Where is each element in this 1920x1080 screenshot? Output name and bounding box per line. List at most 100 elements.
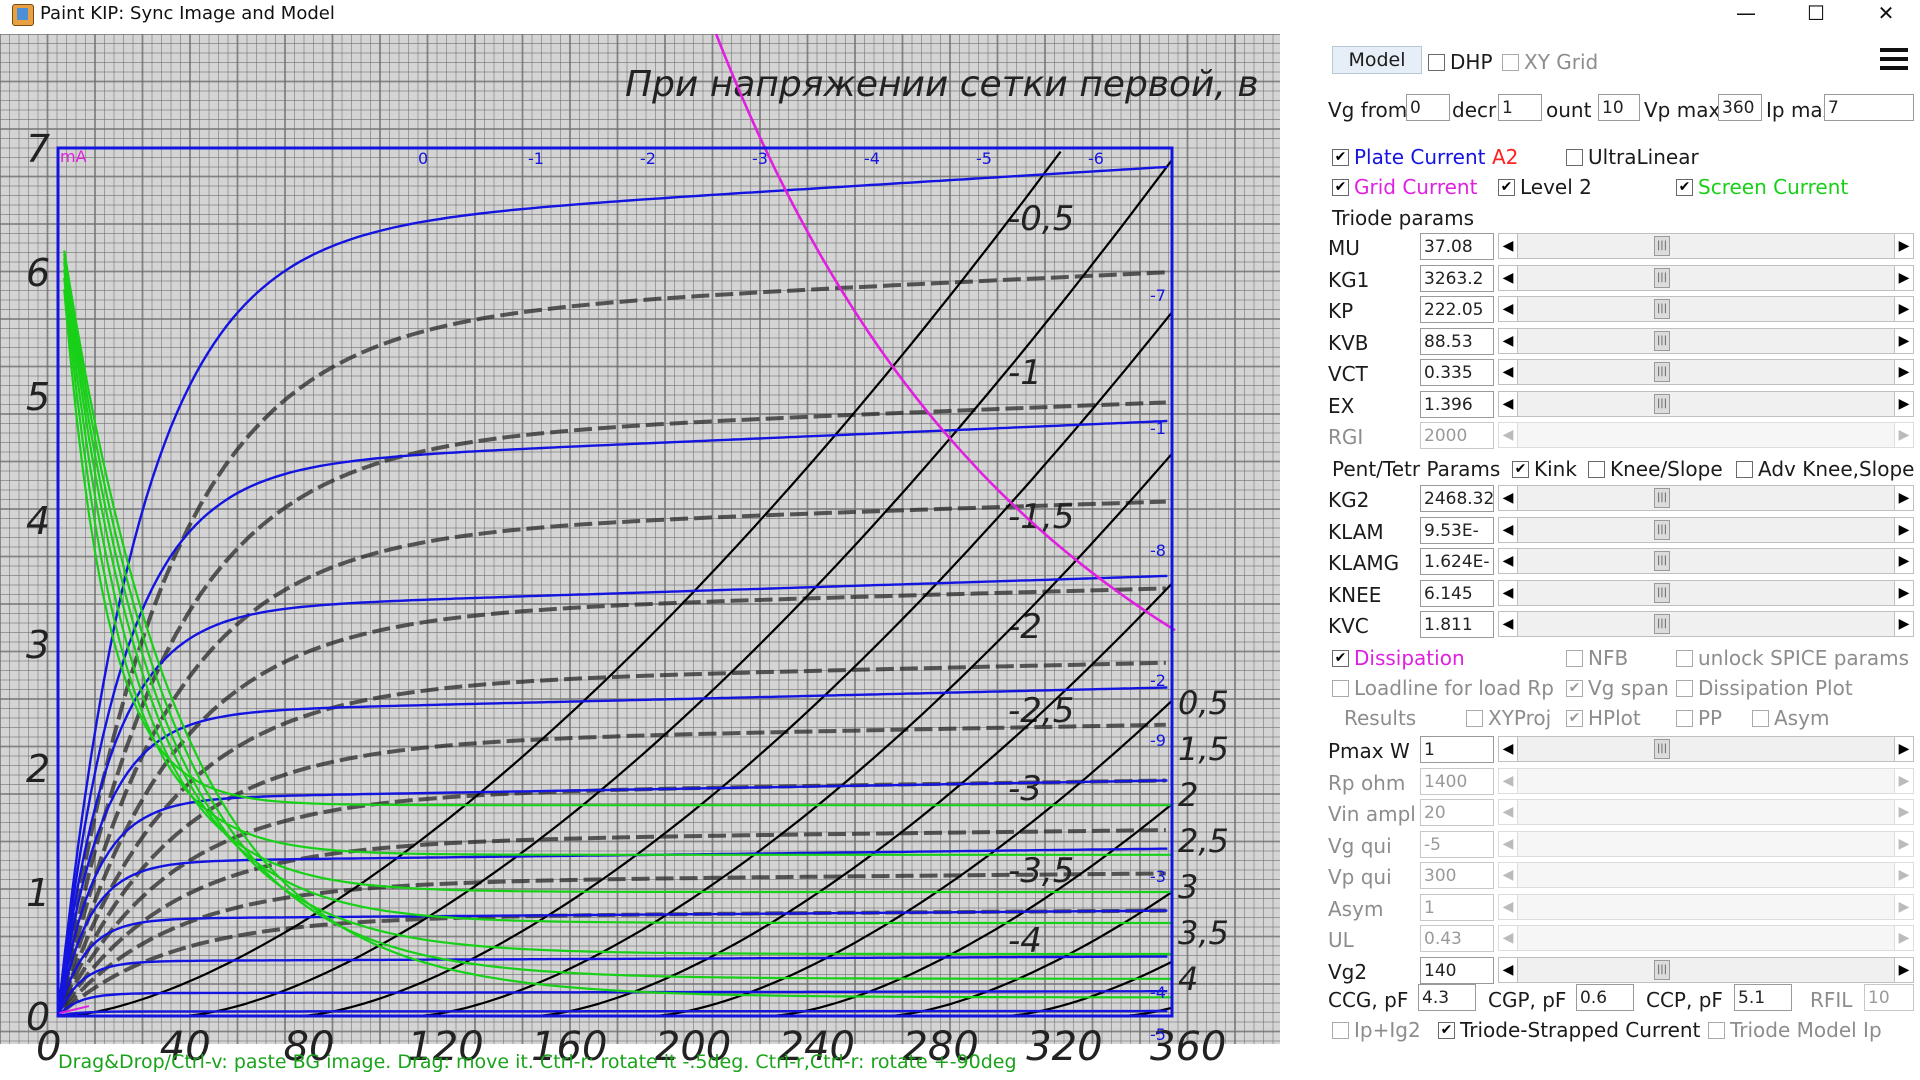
param-field[interactable]: 2000 bbox=[1420, 422, 1494, 449]
ipmax-field[interactable]: 7 bbox=[1824, 94, 1914, 121]
slider-right-arrow-icon[interactable]: ▶ bbox=[1894, 359, 1914, 385]
unlock-spice-checkbox[interactable]: unlock SPICE params bbox=[1676, 646, 1909, 670]
slider-right-arrow-icon[interactable]: ▶ bbox=[1894, 862, 1914, 888]
slider-left-arrow-icon[interactable]: ◀ bbox=[1498, 390, 1518, 417]
slider-left-arrow-icon[interactable]: ◀ bbox=[1498, 767, 1518, 794]
param-slider[interactable]: ◀ ||| ▶ bbox=[1498, 327, 1914, 354]
slider-track[interactable]: ||| bbox=[1518, 390, 1894, 417]
slider-left-arrow-icon[interactable]: ◀ bbox=[1498, 296, 1518, 322]
slider-thumb[interactable]: ||| bbox=[1654, 393, 1670, 414]
slider-left-arrow-icon[interactable]: ◀ bbox=[1498, 893, 1518, 920]
slider-track[interactable]: ||| bbox=[1518, 296, 1894, 322]
slider-right-arrow-icon[interactable]: ▶ bbox=[1894, 956, 1914, 983]
param-slider[interactable]: ◀ ||| ▶ bbox=[1498, 956, 1914, 983]
param-field[interactable]: 222.05 bbox=[1420, 296, 1494, 323]
kink-checkbox[interactable]: ✔ Kink bbox=[1512, 457, 1577, 481]
param-field[interactable]: 0.335 bbox=[1420, 359, 1494, 386]
checkbox-box[interactable]: ✔ bbox=[1332, 149, 1349, 166]
checkbox-box[interactable] bbox=[1502, 54, 1519, 71]
param-slider[interactable]: ◀ ||| ▶ bbox=[1498, 548, 1914, 574]
param-field[interactable]: -5 bbox=[1420, 830, 1494, 858]
vpmax-field[interactable]: 360 bbox=[1718, 94, 1762, 121]
checkbox-box[interactable]: ✔ bbox=[1332, 650, 1349, 667]
checkbox-box[interactable] bbox=[1676, 650, 1693, 667]
checkbox-box[interactable]: ✔ bbox=[1676, 179, 1693, 196]
close-button[interactable]: ✕ bbox=[1856, 0, 1916, 26]
slider-thumb[interactable]: ||| bbox=[1654, 614, 1670, 634]
param-slider[interactable]: ◀ ▶ bbox=[1498, 893, 1914, 920]
checkbox-box[interactable] bbox=[1708, 1022, 1725, 1039]
model-button[interactable]: Model bbox=[1332, 46, 1422, 74]
slider-right-arrow-icon[interactable]: ▶ bbox=[1894, 516, 1914, 543]
checkbox-box[interactable] bbox=[1736, 461, 1753, 478]
slider-thumb[interactable]: ||| bbox=[1654, 267, 1670, 288]
knee-slope-checkbox[interactable]: Knee/Slope bbox=[1588, 457, 1723, 481]
checkbox-box[interactable] bbox=[1428, 54, 1445, 71]
decr-field[interactable]: 1 bbox=[1498, 94, 1542, 121]
slider-right-arrow-icon[interactable]: ▶ bbox=[1894, 893, 1914, 920]
grid-current-checkbox[interactable]: ✔ Grid Current bbox=[1332, 175, 1477, 199]
param-field[interactable]: 140 bbox=[1420, 956, 1494, 984]
slider-left-arrow-icon[interactable]: ◀ bbox=[1498, 862, 1518, 888]
ultralinear-checkbox[interactable]: UltraLinear bbox=[1566, 145, 1699, 169]
checkbox-box[interactable]: ✔ bbox=[1438, 1022, 1455, 1039]
slider-track[interactable]: ||| bbox=[1518, 579, 1894, 606]
checkbox-box[interactable] bbox=[1466, 710, 1483, 727]
param-field[interactable]: 1.811 bbox=[1420, 611, 1494, 638]
vg-from-field[interactable]: 0 bbox=[1406, 94, 1450, 121]
slider-left-arrow-icon[interactable]: ◀ bbox=[1498, 264, 1518, 291]
checkbox-box[interactable] bbox=[1752, 710, 1769, 727]
slider-left-arrow-icon[interactable]: ◀ bbox=[1498, 485, 1518, 511]
param-field[interactable]: 3263.2 bbox=[1420, 264, 1494, 292]
dissipation-checkbox[interactable]: ✔ Dissipation bbox=[1332, 646, 1465, 670]
cgp-field[interactable]: 0.6 bbox=[1576, 984, 1634, 1011]
param-slider[interactable]: ◀ ||| ▶ bbox=[1498, 516, 1914, 543]
nfb-checkbox[interactable]: NFB bbox=[1566, 646, 1628, 670]
slider-right-arrow-icon[interactable]: ▶ bbox=[1894, 611, 1914, 637]
slider-track[interactable] bbox=[1518, 925, 1894, 951]
param-field[interactable]: 1 bbox=[1420, 893, 1494, 921]
slider-left-arrow-icon[interactable]: ◀ bbox=[1498, 611, 1518, 637]
param-slider[interactable]: ◀ ▶ bbox=[1498, 862, 1914, 888]
param-slider[interactable]: ◀ ||| ▶ bbox=[1498, 736, 1914, 762]
slider-track[interactable]: ||| bbox=[1518, 359, 1894, 385]
slider-thumb[interactable]: ||| bbox=[1654, 299, 1670, 319]
checkbox-box[interactable] bbox=[1566, 650, 1583, 667]
checkbox-box[interactable] bbox=[1332, 1022, 1349, 1039]
param-slider[interactable]: ◀ ||| ▶ bbox=[1498, 611, 1914, 637]
plate-current-checkbox[interactable]: ✔ Plate Current bbox=[1332, 145, 1486, 169]
slider-track[interactable]: ||| bbox=[1518, 956, 1894, 983]
slider-track[interactable]: ||| bbox=[1518, 611, 1894, 637]
slider-right-arrow-icon[interactable]: ▶ bbox=[1894, 264, 1914, 291]
slider-right-arrow-icon[interactable]: ▶ bbox=[1894, 767, 1914, 794]
screen-current-checkbox[interactable]: ✔ Screen Current bbox=[1676, 175, 1848, 199]
slider-right-arrow-icon[interactable]: ▶ bbox=[1894, 548, 1914, 574]
param-slider[interactable]: ◀ ||| ▶ bbox=[1498, 485, 1914, 511]
slider-left-arrow-icon[interactable]: ◀ bbox=[1498, 830, 1518, 857]
slider-right-arrow-icon[interactable]: ▶ bbox=[1894, 925, 1914, 951]
slider-thumb[interactable]: ||| bbox=[1654, 519, 1670, 540]
slider-track[interactable]: ||| bbox=[1518, 327, 1894, 354]
slider-thumb[interactable]: ||| bbox=[1654, 236, 1670, 256]
param-field[interactable]: 1.624E-4 bbox=[1420, 548, 1494, 575]
slider-left-arrow-icon[interactable]: ◀ bbox=[1498, 736, 1518, 762]
slider-left-arrow-icon[interactable]: ◀ bbox=[1498, 359, 1518, 385]
dhp-checkbox[interactable]: DHP bbox=[1428, 50, 1493, 74]
slider-left-arrow-icon[interactable]: ◀ bbox=[1498, 422, 1518, 448]
param-field[interactable]: 20 bbox=[1420, 799, 1494, 826]
checkbox-box[interactable]: ✔ bbox=[1332, 179, 1349, 196]
param-field[interactable]: 9.53E-11 bbox=[1420, 516, 1494, 544]
slider-left-arrow-icon[interactable]: ◀ bbox=[1498, 925, 1518, 951]
slider-left-arrow-icon[interactable]: ◀ bbox=[1498, 327, 1518, 354]
vg-span-checkbox[interactable]: ✔ Vg span bbox=[1566, 676, 1669, 700]
slider-track[interactable]: ||| bbox=[1518, 233, 1894, 259]
triode-strapped-checkbox[interactable]: ✔ Triode-Strapped Current bbox=[1438, 1018, 1700, 1042]
slider-track[interactable] bbox=[1518, 767, 1894, 794]
slider-left-arrow-icon[interactable]: ◀ bbox=[1498, 579, 1518, 606]
param-slider[interactable]: ◀ ||| ▶ bbox=[1498, 233, 1914, 259]
hamburger-menu-icon[interactable] bbox=[1880, 48, 1908, 72]
param-slider[interactable]: ◀ ▶ bbox=[1498, 830, 1914, 857]
param-field[interactable]: 88.53 bbox=[1420, 327, 1494, 355]
slider-right-arrow-icon[interactable]: ▶ bbox=[1894, 233, 1914, 259]
slider-thumb[interactable]: ||| bbox=[1654, 330, 1670, 351]
